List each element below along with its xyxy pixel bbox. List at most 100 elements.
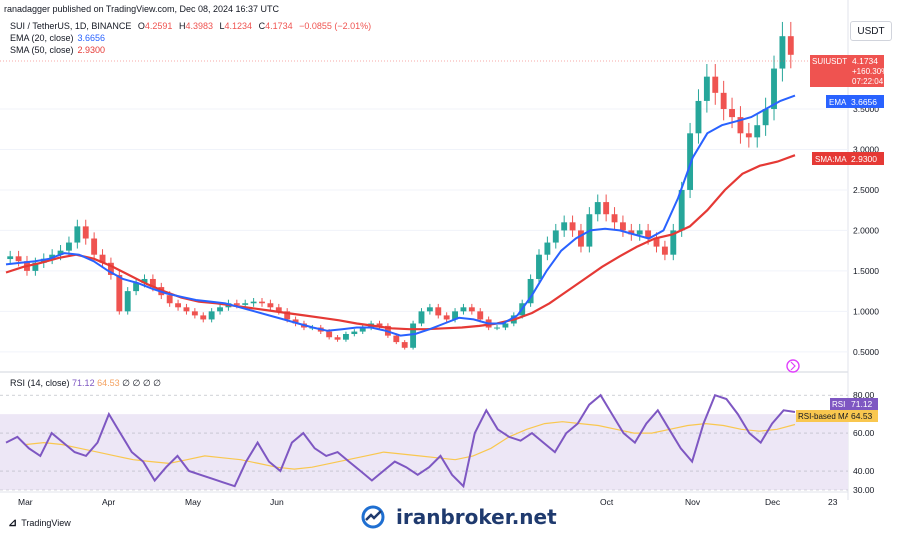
rsi-tag-value: 71.12: [851, 399, 873, 409]
rsi-legend-ma: 64.53: [97, 378, 120, 388]
candle-body: [779, 36, 786, 69]
sma50-line: [5, 154, 796, 331]
candle-body: [544, 242, 551, 255]
rsi-legend-extras: ∅ ∅ ∅ ∅: [122, 378, 162, 388]
rsi-tag-label: RSI: [832, 400, 845, 409]
last-price-value: 4.1734: [852, 56, 878, 66]
candle-body: [124, 291, 131, 312]
candle-body: [116, 274, 123, 312]
tradingview-logo-text: TradingView: [21, 517, 71, 528]
candle-body: [351, 331, 358, 335]
time-tick-label: Jun: [270, 497, 284, 507]
candle-body: [343, 334, 349, 340]
last-price-pct: +160.30%: [852, 67, 888, 76]
rsi-legend-value: 71.12: [72, 378, 95, 388]
candle-body: [91, 238, 98, 255]
candle-body: [494, 327, 500, 329]
candle-body: [200, 315, 207, 320]
candle-body: [443, 315, 450, 320]
price-tick-label: 2.5000: [853, 185, 879, 195]
candle-body: [401, 342, 408, 348]
candle-body: [393, 335, 400, 343]
rsi-legend-label: RSI (14, close): [10, 378, 70, 388]
candle-body: [66, 242, 72, 251]
candle-body: [267, 303, 274, 308]
candle-body: [326, 331, 333, 338]
candle-body: [477, 311, 484, 320]
candle-body: [762, 109, 769, 126]
candle-body: [460, 307, 467, 312]
rsi-tick-label: 40.00: [853, 466, 875, 476]
candle-body: [242, 303, 249, 305]
candle-body: [729, 109, 735, 118]
candle-body: [754, 125, 761, 138]
countdown-timer: 07:22:04: [852, 77, 884, 86]
candle-body: [410, 323, 417, 348]
candle-body: [82, 226, 89, 239]
candle-body: [217, 307, 223, 312]
candle-body: [703, 76, 710, 101]
alert-icon[interactable]: [786, 359, 800, 373]
candle-body: [7, 256, 14, 260]
rsi-tick-label: 30.00: [853, 485, 875, 495]
rsi-tick-label: 60.00: [853, 428, 875, 438]
sma-tag-label: SMA:MA: [815, 155, 847, 164]
price-tick-label: 2.0000: [853, 225, 879, 235]
candle-body: [334, 337, 341, 340]
candle-body: [233, 303, 240, 305]
candle-body: [720, 92, 727, 110]
candle-body: [166, 295, 173, 304]
tradingview-logo[interactable]: ⊿ TradingView: [8, 516, 71, 529]
time-tick-label: Apr: [102, 497, 115, 507]
candle-body: [183, 307, 190, 312]
ema-tag-value: 3.6656: [851, 97, 877, 107]
price-axis-labels: 0.50001.00001.50002.00002.50003.00003.50…: [853, 104, 879, 357]
candle-body: [661, 246, 668, 255]
price-tick-label: 1.0000: [853, 306, 879, 316]
sma-price-tag: SMA:MA 2.9300: [812, 152, 884, 165]
candle-body: [552, 230, 559, 243]
rsi-ma-tag-label: RSI-based MA: [798, 412, 851, 421]
candle-body: [569, 222, 576, 231]
watermark-text: iranbroker.net: [396, 505, 557, 529]
ema-tag-label: EMA: [829, 98, 847, 107]
candle-body: [695, 100, 702, 134]
rsi-ma-tag-value: 64.53: [851, 411, 873, 421]
rsi-tag: RSI 71.12: [830, 398, 878, 410]
candle-body: [191, 311, 198, 316]
candle-body: [250, 301, 257, 304]
time-tick-label: Mar: [18, 497, 33, 507]
candle-body: [712, 76, 719, 93]
ema20-line: [5, 94, 796, 337]
ema-price-tag: EMA 3.6656: [826, 95, 884, 108]
price-tick-label: 1.5000: [853, 266, 879, 276]
sma-tag-value: 2.9300: [851, 154, 877, 164]
candle-body: [636, 230, 643, 235]
candle-body: [787, 36, 794, 55]
price-tick-label: 0.5000: [853, 347, 879, 357]
rsi-legend[interactable]: RSI (14, close) 71.12 64.53 ∅ ∅ ∅ ∅: [10, 378, 161, 389]
price-chart-svg[interactable]: 0.50001.00001.50002.00002.50003.00003.50…: [0, 0, 900, 535]
candle-body: [536, 254, 542, 279]
tradingview-logo-icon: ⊿: [8, 517, 18, 529]
time-tick-label: Dec: [765, 497, 781, 507]
candle-body: [578, 230, 584, 247]
watermark-icon: [361, 505, 385, 529]
rsi-ma-tag: RSI-based MA 64.53: [796, 410, 878, 422]
candle-body: [745, 133, 752, 138]
candle-body: [259, 301, 265, 304]
candle-body: [74, 226, 81, 243]
candle-body: [603, 202, 610, 215]
candle-body: [611, 214, 618, 223]
candle-body: [468, 307, 475, 312]
candle-body: [619, 222, 626, 231]
alert-icon-glyph: [790, 361, 796, 371]
time-tick-label: May: [185, 497, 202, 507]
candle-body: [208, 311, 215, 320]
candle-body: [426, 307, 433, 312]
candlesticks: [7, 21, 794, 350]
candle-body: [15, 256, 22, 262]
candle-body: [594, 202, 601, 215]
last-price-symbol: SUIUSDT: [812, 57, 847, 66]
time-tick-label: Nov: [685, 497, 701, 507]
